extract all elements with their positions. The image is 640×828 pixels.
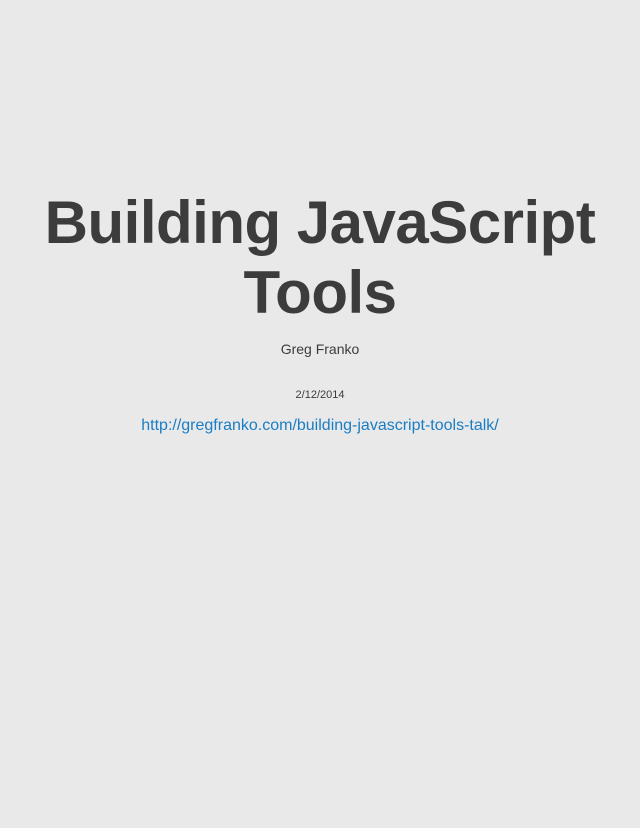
talk-link-container: http://gregfranko.com/building-javascrip… — [0, 416, 640, 436]
author-name: Greg Franko — [280, 341, 360, 357]
title-slide: Building JavaScript Tools Greg Franko 2/… — [0, 0, 640, 828]
talk-link[interactable]: http://gregfranko.com/building-javascrip… — [141, 417, 499, 434]
slide-title-line-1: Building JavaScript — [44, 189, 596, 256]
presentation-date: 2/12/2014 — [295, 389, 345, 401]
slide-title: Building JavaScript Tools — [0, 188, 640, 328]
slide-title-line-2: Tools — [243, 259, 397, 326]
